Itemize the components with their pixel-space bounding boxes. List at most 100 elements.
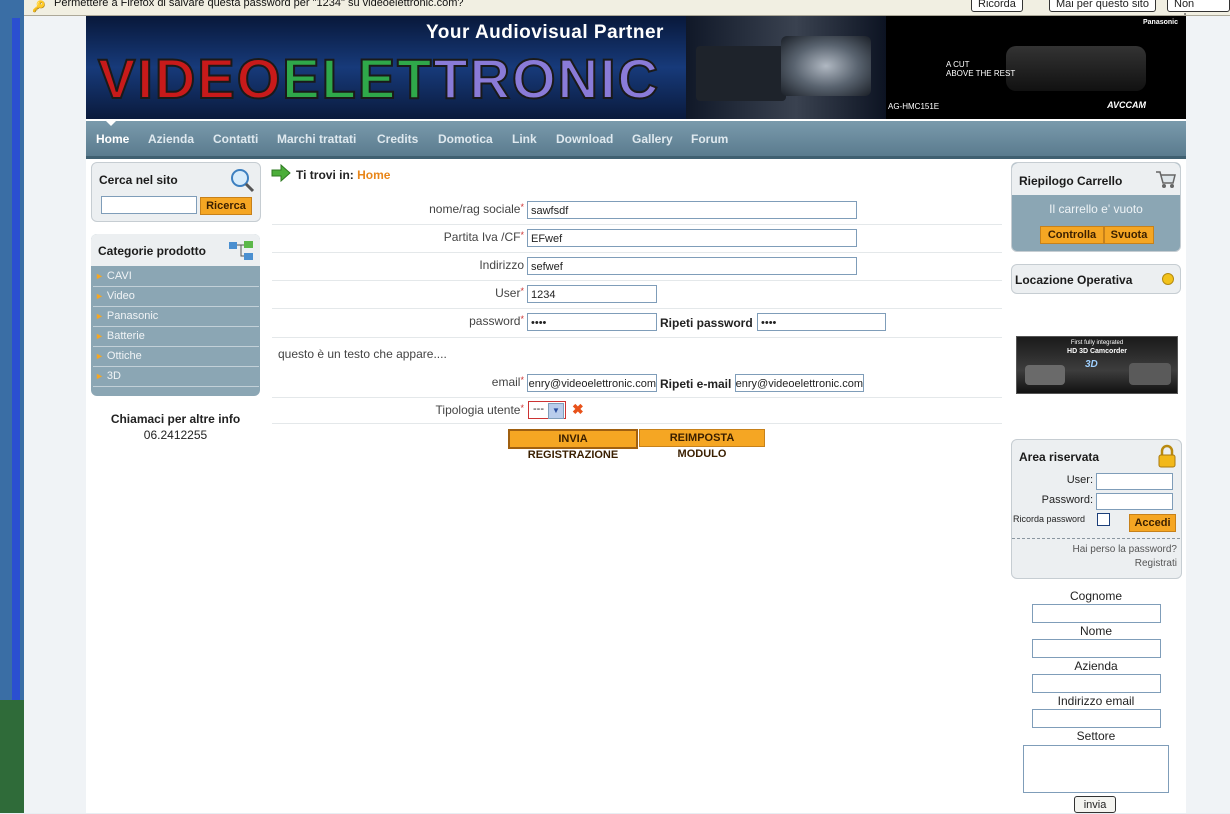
cart-icon [1156,171,1176,188]
ad-camera-right [1129,363,1171,385]
cart-title: Riepilogo Carrello [1019,174,1123,188]
nav-gallery[interactable]: Gallery [632,132,673,146]
search-button[interactable]: Ricerca [200,197,252,215]
ad-slogan-line1: A CUT [946,60,970,69]
header-banner[interactable]: Your Audiovisual Partner VIDEOELETTRONIC… [86,16,1186,119]
nav-contatti[interactable]: Contatti [213,132,258,146]
cognome-field[interactable] [1032,604,1161,623]
reserved-title: Area riservata [1019,450,1100,464]
repeat-email-label: Ripeti e-mail [660,377,732,391]
site-logo: VIDEOELETTRONIC [97,46,661,111]
nav-azienda[interactable]: Azienda [148,132,194,146]
remember-button[interactable]: Ricorda [971,0,1023,12]
chevron-down-icon: ▼ [548,403,564,419]
nav-forum[interactable]: Forum [691,132,728,146]
panasonic-ad: Panasonic A CUT ABOVE THE REST AG-HMC151E… [886,16,1186,119]
breadcrumb-prefix: Ti trovi in: [296,168,354,182]
category-item-video[interactable]: ► Video [93,287,259,307]
nome-newsletter-field[interactable] [1032,639,1161,658]
nav-domotica[interactable]: Domotica [438,132,493,146]
tipologia-select[interactable]: --- ▼ [528,401,566,419]
password-field[interactable]: •••• [527,313,657,331]
active-caret-icon [106,121,116,126]
piva-field[interactable]: EFwef [527,229,857,247]
ad-3d-logo: 3D [1085,359,1098,370]
reserved-password-label: Password: [1041,494,1093,506]
form-row-tipologia [272,397,1002,424]
search-title: Cerca nel sito [99,173,178,187]
ad-model: AG-HMC151E [888,102,940,111]
nav-credits[interactable]: Credits [377,132,418,146]
remember-password-checkbox[interactable] [1097,513,1110,526]
password-label: password* [469,314,524,328]
reserved-user-field[interactable] [1096,473,1173,490]
search-input[interactable] [101,196,197,214]
repeat-email-field[interactable]: enry@videoelettronic.com [735,374,864,392]
nome-field[interactable]: sawfsdf [527,201,857,219]
category-item-3d[interactable]: ► 3D [93,367,259,387]
email-newsletter-label: Indirizzo email [1057,694,1135,708]
category-label: CAVI [106,270,132,282]
piva-label: Partita Iva /CF* [443,230,524,244]
categories-title: Categorie prodotto [98,244,206,258]
azienda-field[interactable] [1032,674,1161,693]
indirizzo-label: Indirizzo [479,258,524,272]
category-item-cavi[interactable]: ► CAVI [93,267,259,287]
nav-home[interactable]: Home [96,132,129,146]
cart-empty-button[interactable]: Svuota [1104,226,1154,244]
cart-empty-text: Il carrello e' vuoto [1049,202,1143,216]
nav-link[interactable]: Link [512,132,537,146]
camera-lens [781,36,871,96]
page-right-gutter [1186,16,1230,813]
desktop-bar [12,18,20,813]
camera-body [696,46,786,101]
page-left-gutter [24,16,86,813]
settore-textarea[interactable] [1023,745,1169,793]
reserved-area-box: Area riservata User: Password: Ricorda p… [1011,439,1182,579]
email-newsletter-field[interactable] [1032,709,1161,728]
indirizzo-field[interactable]: sefwef [527,257,857,275]
user-label: User* [495,286,524,300]
reset-form-button[interactable]: REIMPOSTA MODULO [639,429,765,460]
3d-camcorder-ad[interactable]: First fully integrated HD 3D Camcorder 3… [1016,336,1178,394]
category-label: Video [106,290,135,302]
category-label: Batterie [106,330,145,342]
nav-download[interactable]: Download [556,132,613,146]
category-label: 3D [106,370,121,382]
settore-label: Settore [1076,729,1116,743]
category-item-panasonic[interactable]: ► Panasonic [93,307,259,327]
repeat-password-field[interactable]: •••• [757,313,886,331]
breadcrumb-home-link[interactable]: Home [357,168,390,182]
category-item-ottiche[interactable]: ► Ottiche [93,347,259,367]
location-title: Locazione Operativa [1015,273,1133,287]
lost-password-link[interactable]: Hai perso la password? [1073,544,1178,555]
user-field[interactable]: 1234 [527,285,657,303]
newsletter-submit-button[interactable]: invia [1074,796,1116,813]
desktop-strip [0,0,24,813]
email-label: email* [491,375,524,389]
lock-icon [1158,444,1176,468]
location-box[interactable]: Locazione Operativa [1011,264,1181,294]
email-field[interactable]: enry@videoelettronic.com [527,374,657,392]
key-icon: 🔑 [32,1,46,13]
submit-registration-button[interactable]: INVIA REGISTRAZIONE [508,429,638,461]
sitemap-icon [229,241,253,260]
notification-message: Permettere a Firefox di salvare questa p… [54,0,464,9]
category-label: Ottiche [106,350,142,362]
nav-marchi-trattati[interactable]: Marchi trattati [277,132,356,146]
login-button[interactable]: Accedi [1129,514,1176,532]
cognome-label: Cognome [1069,589,1123,603]
cart-check-button[interactable]: Controlla [1040,226,1104,244]
reserved-password-field[interactable] [1096,493,1173,510]
nome-newsletter-label: Nome [1079,624,1112,638]
status-dot-icon [1162,273,1174,285]
contact-heading: Chiamaci per altre info [110,412,241,426]
never-for-site-button[interactable]: Mai per questo sito [1049,0,1156,12]
ad-slogan-line2: ABOVE THE REST [946,69,1016,78]
reserved-user-label: User: [1066,474,1093,486]
not-now-button[interactable]: Non adesso [1167,0,1230,15]
azienda-label: Azienda [1074,659,1118,673]
category-item-batterie[interactable]: ► Batterie [93,327,259,347]
error-x-icon: ✖ [572,401,584,417]
register-link[interactable]: Registrati [1135,558,1177,569]
